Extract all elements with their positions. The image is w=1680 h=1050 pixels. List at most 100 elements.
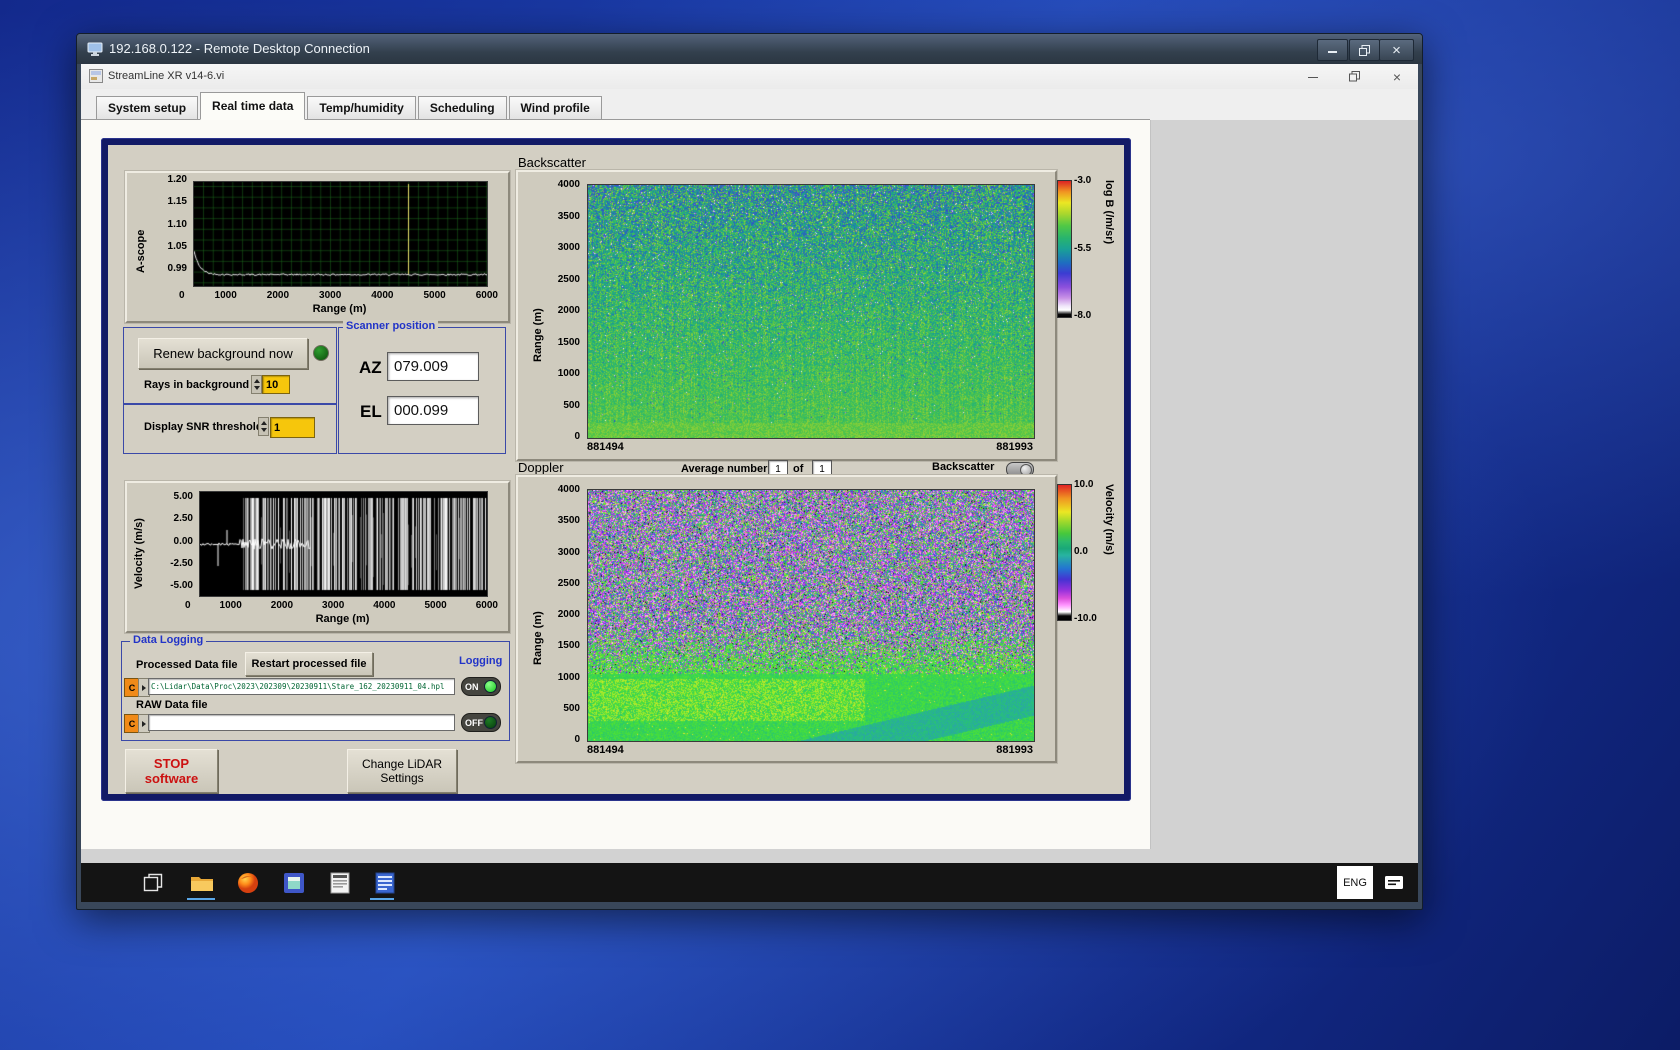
- x-start-label: 881494: [587, 744, 624, 756]
- ascope-xticks: 0 1000 2000 3000 4000 5000 6000: [179, 290, 498, 301]
- ascope-group: A-scope 1.20 1.15 1.10 1.05 0.99 0 1000 …: [125, 171, 510, 323]
- x-tick: 5000: [423, 290, 446, 301]
- of-label: of: [793, 463, 804, 475]
- y-tick: 1000: [557, 671, 580, 683]
- renew-background-button[interactable]: Renew background now: [138, 338, 308, 369]
- ascope-canvas: [193, 181, 488, 287]
- rdp-titlebar[interactable]: 192.168.0.122 - Remote Desktop Connectio…: [77, 34, 1422, 64]
- app-window-title: StreamLine XR v14-6.vi: [108, 70, 225, 82]
- colorbar-tick: -3.0: [1074, 175, 1092, 186]
- rdp-window: 192.168.0.122 - Remote Desktop Connectio…: [76, 33, 1423, 910]
- y-tick: 0.99: [167, 263, 187, 274]
- backscatter-colorbar: -3.0 -5.5 -8.0 log B (/m/sr): [1057, 175, 1121, 321]
- x-tick: 2000: [266, 290, 290, 301]
- notification-icon[interactable]: [1381, 870, 1407, 896]
- x-tick: 6000: [475, 290, 498, 301]
- y-tick: -2.50: [170, 557, 193, 569]
- background-groupbox: Renew background now Rays in background …: [123, 327, 337, 405]
- app-titlebar[interactable]: StreamLine XR v14-6.vi ×: [81, 64, 1418, 90]
- snr-spinner[interactable]: [258, 417, 269, 436]
- colorbar-tick: 10.0: [1074, 479, 1094, 490]
- tab-scheduling[interactable]: Scheduling: [417, 96, 507, 120]
- x-start-label: 881494: [587, 441, 624, 453]
- rdp-close-button[interactable]: ×: [1379, 39, 1414, 61]
- doppler-colorbar: 10.0 0.0 -10.0 Velocity (m/s): [1057, 479, 1121, 624]
- doppler-ylabel: Range (m): [532, 611, 544, 665]
- doppler-yticks: 4000 3500 3000 2500 2000 1500 1000 500 0: [546, 484, 580, 745]
- processed-logging-toggle[interactable]: ON: [461, 677, 501, 696]
- y-tick: 500: [563, 399, 580, 411]
- app-close-button[interactable]: ×: [1376, 64, 1418, 89]
- raw-logging-toggle[interactable]: OFF: [461, 713, 501, 732]
- change-lidar-settings-button[interactable]: Change LiDAR Settings: [347, 749, 457, 793]
- scan-schedule-icon[interactable]: [327, 870, 353, 896]
- y-tick: 1500: [557, 336, 580, 348]
- y-tick: -5.00: [170, 580, 193, 591]
- tab-real-time-data[interactable]: Real time data: [200, 92, 306, 120]
- language-indicator[interactable]: ENG: [1337, 866, 1373, 899]
- velocity-ylabel: Velocity (m/s): [133, 518, 145, 589]
- velocity-group: Velocity (m/s) 5.00 2.50 0.00 -2.50 -5.0…: [125, 481, 510, 633]
- raw-data-file-label: RAW Data file: [136, 699, 208, 711]
- snr-threshold-label: Display SNR threshold: [144, 421, 263, 433]
- x-tick: 0: [185, 600, 191, 611]
- rays-value-field[interactable]: 10: [262, 375, 290, 394]
- x-tick: 5000: [424, 600, 447, 611]
- stop-software-button[interactable]: STOP software: [125, 749, 218, 793]
- el-value-field[interactable]: 000.099: [387, 396, 479, 425]
- scanner-position-title: Scanner position: [343, 320, 439, 332]
- y-tick: 2000: [557, 305, 580, 316]
- backscatter-canvas: [587, 184, 1035, 439]
- x-end-label: 881993: [996, 441, 1033, 453]
- rays-spinner[interactable]: [251, 375, 262, 394]
- backscatter-colorbar-ticks: -3.0 -5.5 -8.0: [1074, 175, 1091, 321]
- rdp-window-title: 192.168.0.122 - Remote Desktop Connectio…: [109, 41, 370, 56]
- backscatter-x-range: 881494 881993: [587, 441, 1033, 453]
- doppler-x-range: 881494 881993: [587, 744, 1033, 756]
- doppler-colorbar-label: Velocity (m/s): [1103, 484, 1115, 555]
- y-tick: 1000: [557, 368, 580, 379]
- tab-system-setup[interactable]: System setup: [96, 96, 199, 120]
- backscatter-yticks: 4000 3500 3000 2500 2000 1500 1000 500 0: [546, 179, 580, 442]
- raw-path-field[interactable]: [148, 714, 455, 731]
- y-tick: 3500: [557, 210, 580, 222]
- backscatter-group: Range (m) 4000 3500 3000 2500 2000 1500 …: [516, 170, 1057, 461]
- doppler-colorbar-ticks: 10.0 0.0 -10.0: [1074, 479, 1097, 624]
- data-logging-groupbox: Data Logging Processed Data file Restart…: [121, 634, 510, 741]
- file-explorer-icon[interactable]: [189, 870, 215, 896]
- rdp-restore-button[interactable]: [1349, 39, 1380, 61]
- app-restore-button[interactable]: [1334, 64, 1376, 89]
- y-tick: 1.10: [167, 218, 187, 230]
- y-tick: 4000: [557, 484, 580, 495]
- app-window-icon[interactable]: [281, 870, 307, 896]
- app-minimize-button[interactable]: [1292, 64, 1334, 89]
- vi-icon: [89, 69, 103, 86]
- processed-path-field[interactable]: C:\Lidar\Data\Proc\2023\202309\20230911\…: [148, 678, 455, 695]
- document-icon[interactable]: [372, 870, 398, 896]
- restart-processed-file-button[interactable]: Restart processed file: [245, 652, 373, 676]
- backscatter-toggle-label: Backscatter: [932, 461, 995, 473]
- y-tick: 0: [574, 431, 580, 442]
- remote-session: StreamLine XR v14-6.vi × System setup Re…: [81, 64, 1418, 902]
- firefox-icon[interactable]: [235, 870, 261, 896]
- doppler-title: Doppler: [518, 460, 564, 475]
- x-tick: 3000: [322, 600, 345, 611]
- desktop: 192.168.0.122 - Remote Desktop Connectio…: [0, 0, 1680, 1050]
- y-tick: 4000: [557, 179, 580, 190]
- x-tick: 2000: [270, 600, 294, 611]
- snr-value-field[interactable]: 1: [270, 417, 315, 438]
- ascope-yticks: 1.20 1.15 1.10 1.05 0.99: [153, 174, 187, 274]
- rays-in-background-label: Rays in background: [144, 379, 250, 391]
- ascope-ylabel: A-scope: [135, 229, 147, 273]
- ascope-xlabel: Range (m): [312, 303, 367, 315]
- rdp-minimize-button[interactable]: [1317, 39, 1348, 61]
- snr-groupbox: Display SNR threshold 1: [123, 403, 337, 454]
- tab-wind-profile[interactable]: Wind profile: [508, 96, 602, 120]
- task-view-button[interactable]: [140, 870, 166, 896]
- velocity-xlabel: Range (m): [315, 613, 370, 625]
- processed-data-file-label: Processed Data file: [136, 659, 238, 671]
- x-tick: 3000: [319, 290, 342, 301]
- az-value-field[interactable]: 079.009: [387, 352, 479, 381]
- tab-temp-humidity[interactable]: Temp/humidity: [307, 96, 416, 120]
- x-tick: 1000: [219, 600, 242, 611]
